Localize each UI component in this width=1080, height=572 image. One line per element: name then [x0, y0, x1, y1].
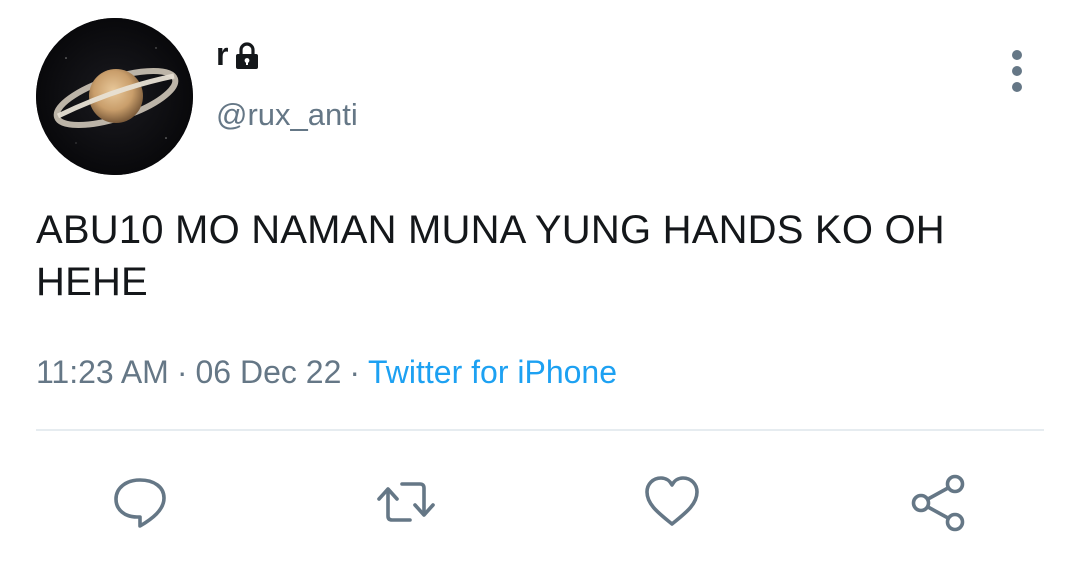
- retweet-button[interactable]: [376, 472, 436, 532]
- like-button[interactable]: [642, 472, 702, 532]
- display-name[interactable]: r: [216, 38, 228, 70]
- tweet-source-link[interactable]: Twitter for iPhone: [368, 354, 617, 390]
- more-dot: [1012, 66, 1022, 76]
- more-dot: [1012, 82, 1022, 92]
- reply-icon: [114, 478, 166, 528]
- tweet-meta: 11:23 AM · 06 Dec 22 · Twitter for iPhone: [36, 354, 617, 391]
- lock-icon: [234, 42, 260, 70]
- tweet-time: 11:23 AM: [36, 354, 169, 390]
- share-button[interactable]: [908, 472, 968, 532]
- share-icon: [911, 474, 965, 532]
- tweet-text: ABU10 MO NAMAN MUNA YUNG HANDS KO OH HEH…: [36, 208, 945, 304]
- author-name-row: r: [216, 34, 260, 74]
- saturn-icon: [36, 18, 193, 175]
- more-options-button[interactable]: [1000, 46, 1034, 96]
- heart-icon: [645, 476, 699, 526]
- meta-separator: ·: [176, 354, 188, 390]
- meta-separator: ·: [349, 354, 361, 390]
- more-dot: [1012, 50, 1022, 60]
- reply-button[interactable]: [110, 472, 170, 532]
- retweet-icon: [377, 482, 435, 522]
- tweet-date: 06 Dec 22: [195, 354, 342, 390]
- avatar[interactable]: [36, 18, 193, 175]
- divider: [36, 429, 1044, 431]
- author-handle[interactable]: @rux_anti: [216, 97, 358, 133]
